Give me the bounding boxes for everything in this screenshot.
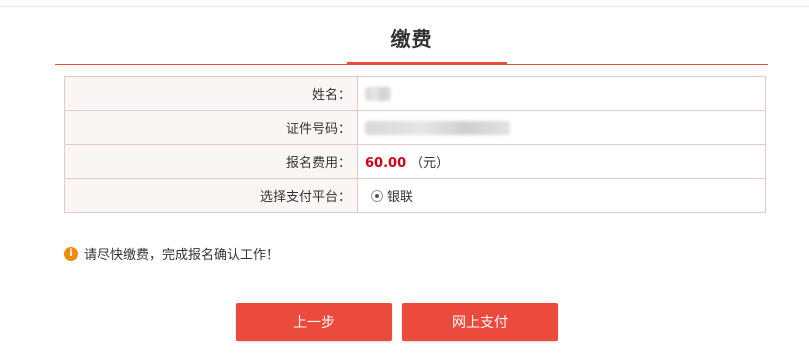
online-payment-button[interactable]: 网上支付 [402, 303, 558, 341]
unionpay-radio-label[interactable]: 银联 [387, 190, 413, 205]
table-row-id: 证件号码： [64, 110, 766, 145]
page-title: 缴费 [390, 27, 433, 51]
payment-page: 缴费 姓名： 证件号码： 报名费用： 60.00（元） 选择支付平台： 银联 [0, 0, 809, 354]
payment-platform-value: 银联 [357, 178, 766, 213]
unionpay-radio[interactable] [371, 189, 383, 202]
id-number-label: 证件号码： [64, 110, 358, 145]
table-row-name: 姓名： [64, 76, 766, 111]
notice-message: i 请尽快缴费，完成报名确认工作！ [64, 244, 279, 263]
payment-platform-label: 选择支付平台： [64, 178, 358, 213]
fee-value: 60.00 （元） [357, 144, 766, 179]
table-row-fee: 报名费用： 60.00 （元） [64, 144, 766, 179]
title-accent-bar [347, 62, 507, 65]
name-redacted [365, 86, 391, 101]
page-header: 缴费 [55, 22, 768, 66]
notice-text: 请尽快缴费，完成报名确认工作！ [84, 248, 280, 263]
table-row-payment-platform: 选择支付平台： 银联 [64, 178, 766, 213]
previous-step-button[interactable]: 上一步 [236, 303, 392, 341]
fee-label: 报名费用： [64, 144, 358, 179]
name-label: 姓名： [64, 76, 358, 111]
id-number-redacted [365, 120, 510, 135]
fee-amount: 60.00 [365, 156, 407, 171]
fee-unit: （元） [410, 156, 450, 171]
id-number-value [357, 110, 766, 145]
name-value [357, 76, 766, 111]
payment-info-table: 姓名： 证件号码： 报名费用： 60.00 （元） 选择支付平台： 银联 [64, 76, 766, 213]
info-icon: i [64, 246, 78, 261]
top-divider [0, 6, 809, 7]
